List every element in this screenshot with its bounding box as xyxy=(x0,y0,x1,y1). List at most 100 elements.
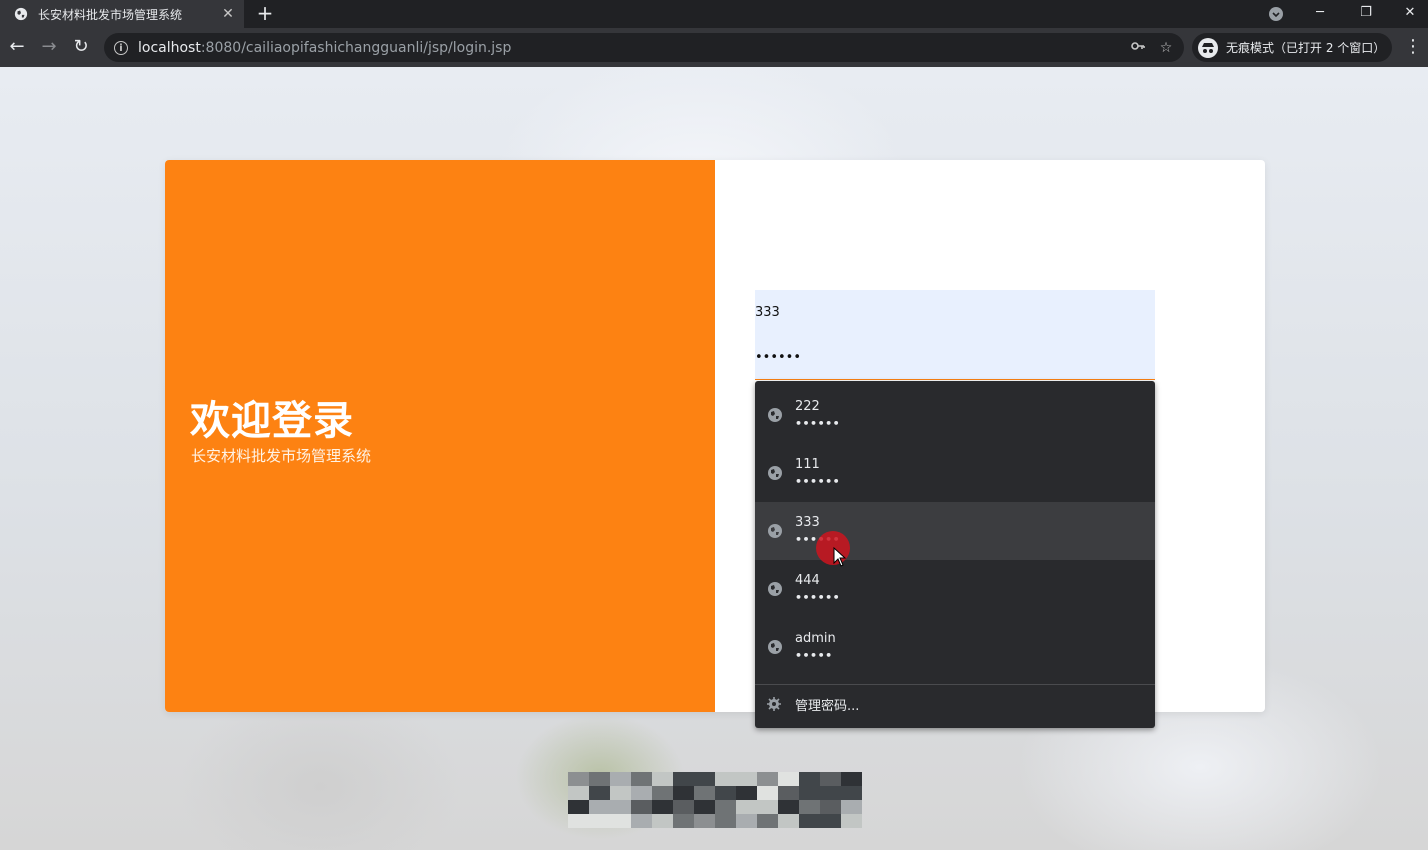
more-menu-icon[interactable]: ⋮ xyxy=(1404,36,1422,58)
info-icon[interactable]: i xyxy=(114,40,128,55)
restore-icon[interactable]: ❐ xyxy=(1346,0,1386,28)
mosaic-tile xyxy=(757,786,778,800)
mosaic-tile xyxy=(568,772,589,786)
incognito-badge[interactable]: 无痕模式（已打开 2 个窗口） xyxy=(1192,33,1392,62)
autofill-password: ••••• xyxy=(795,649,833,662)
mosaic-tile xyxy=(694,772,715,786)
mosaic-tile xyxy=(736,772,757,786)
mosaic-tile xyxy=(778,800,799,814)
reload-icon[interactable]: ↻ xyxy=(70,36,92,58)
autofill-item[interactable]: 111 •••••• xyxy=(755,444,1155,502)
mosaic-tile xyxy=(589,800,610,814)
manage-passwords-button[interactable]: 管理密码... xyxy=(755,685,1155,723)
mosaic-tile xyxy=(694,786,715,800)
mosaic-tile xyxy=(568,814,589,828)
autofill-item[interactable]: admin ••••• xyxy=(755,618,1155,676)
mosaic-tile xyxy=(799,786,820,800)
autofill-password: •••••• xyxy=(795,591,841,604)
mosaic-tile xyxy=(631,772,652,786)
mosaic-tile xyxy=(757,800,778,814)
incognito-icon xyxy=(1198,37,1218,58)
autofill-password: •••••• xyxy=(795,417,841,430)
autofill-item[interactable]: 222 •••••• xyxy=(755,386,1155,444)
url-path: :8080/cailiaopifashichangguanli/jsp/logi… xyxy=(200,39,512,56)
mosaic-tile xyxy=(652,814,673,828)
mosaic-tile xyxy=(631,814,652,828)
mosaic-tile xyxy=(841,786,862,800)
mosaic-tile xyxy=(631,800,652,814)
autofill-item-selected[interactable]: 333•••••• xyxy=(755,502,1155,560)
mosaic-tile xyxy=(568,786,589,800)
key-icon[interactable] xyxy=(1128,39,1148,57)
mosaic-tile xyxy=(652,772,673,786)
incognito-label: 无痕模式（已打开 2 个窗口） xyxy=(1226,41,1386,55)
autofill-username: admin xyxy=(795,631,836,646)
profile-menu-icon[interactable] xyxy=(1256,0,1296,28)
tab-close-icon[interactable]: ✕ xyxy=(218,6,238,22)
mosaic-tile xyxy=(610,772,631,786)
mosaic-tile xyxy=(715,786,736,800)
mosaic-tile xyxy=(820,814,841,828)
mosaic-tile xyxy=(589,814,610,828)
mosaic-tile xyxy=(631,786,652,800)
globe-icon xyxy=(768,524,782,538)
close-window-icon[interactable]: ✕ xyxy=(1390,0,1428,28)
mosaic-tile xyxy=(799,800,820,814)
mosaic-tile xyxy=(736,800,757,814)
password-input[interactable]: •••••• xyxy=(755,335,1155,380)
forward-arrow-icon[interactable]: → xyxy=(38,36,60,58)
mosaic-tile xyxy=(736,786,757,800)
autofill-username: 111 xyxy=(795,457,820,472)
mosaic-tile xyxy=(694,800,715,814)
star-icon[interactable]: ☆ xyxy=(1156,40,1176,56)
mosaic-tile xyxy=(778,814,799,828)
browser-tab[interactable]: 长安材料批发市场管理系统 ✕ xyxy=(0,0,244,28)
url-host: localhost xyxy=(138,39,201,56)
username-input[interactable]: 333 xyxy=(755,290,1155,335)
url-text[interactable]: localhost:8080/cailiaopifashichangguanli… xyxy=(138,40,1128,56)
mosaic-tile xyxy=(610,814,631,828)
autofill-username: 222 xyxy=(795,399,820,414)
system-subtitle: 长安材料批发市场管理系统 xyxy=(191,447,372,465)
welcome-heading: 欢迎登录 xyxy=(190,398,354,444)
back-arrow-icon[interactable]: ← xyxy=(6,36,28,58)
mosaic-tile xyxy=(820,772,841,786)
tab-title: 长安材料批发市场管理系统 xyxy=(38,7,183,22)
mosaic-tile xyxy=(757,814,778,828)
autofill-password: •••••• xyxy=(795,475,841,488)
tab-bar: 长安材料批发市场管理系统 ✕ + ─ ❐ ✕ xyxy=(0,0,1428,28)
mosaic-tile xyxy=(652,786,673,800)
password-autofill-dropdown: 222•••••• 111•••••• 333•••••• 444•••••• … xyxy=(755,381,1155,728)
mosaic-tile xyxy=(799,814,820,828)
mosaic-tile xyxy=(673,800,694,814)
mosaic-tile xyxy=(610,800,631,814)
mosaic-tile xyxy=(736,814,757,828)
mosaic-tile xyxy=(694,814,715,828)
mosaic-tile xyxy=(715,814,736,828)
mosaic-tile xyxy=(841,800,862,814)
mosaic-tile xyxy=(799,772,820,786)
mosaic-tile xyxy=(715,772,736,786)
mosaic-tile xyxy=(778,786,799,800)
browser-toolbar: ← → ↻ i localhost:8080/cailiaopifashicha… xyxy=(0,28,1428,67)
globe-icon xyxy=(14,7,28,21)
mosaic-tile xyxy=(841,772,862,786)
autofill-username: 333 xyxy=(795,515,820,530)
autofill-item[interactable]: 444 •••••• xyxy=(755,560,1155,618)
manage-passwords-label: 管理密码... xyxy=(795,698,860,714)
address-bar[interactable]: i localhost:8080/cailiaopifashichangguan… xyxy=(104,33,1184,62)
gear-icon xyxy=(767,697,781,711)
new-tab-icon[interactable]: + xyxy=(254,2,276,24)
mosaic-tile xyxy=(568,800,589,814)
page-background: 欢迎登录 长安材料批发市场管理系统 333 •••••• xyxy=(0,67,1428,850)
welcome-panel: 欢迎登录 长安材料批发市场管理系统 xyxy=(165,160,715,712)
globe-icon xyxy=(768,640,782,654)
mosaic-tile xyxy=(820,786,841,800)
mosaic-tile xyxy=(673,772,694,786)
minimize-icon[interactable]: ─ xyxy=(1300,0,1340,28)
mosaic-tile xyxy=(610,786,631,800)
mosaic-tile xyxy=(673,786,694,800)
globe-icon xyxy=(768,466,782,480)
mosaic-tile xyxy=(820,800,841,814)
mosaic-tile xyxy=(715,800,736,814)
